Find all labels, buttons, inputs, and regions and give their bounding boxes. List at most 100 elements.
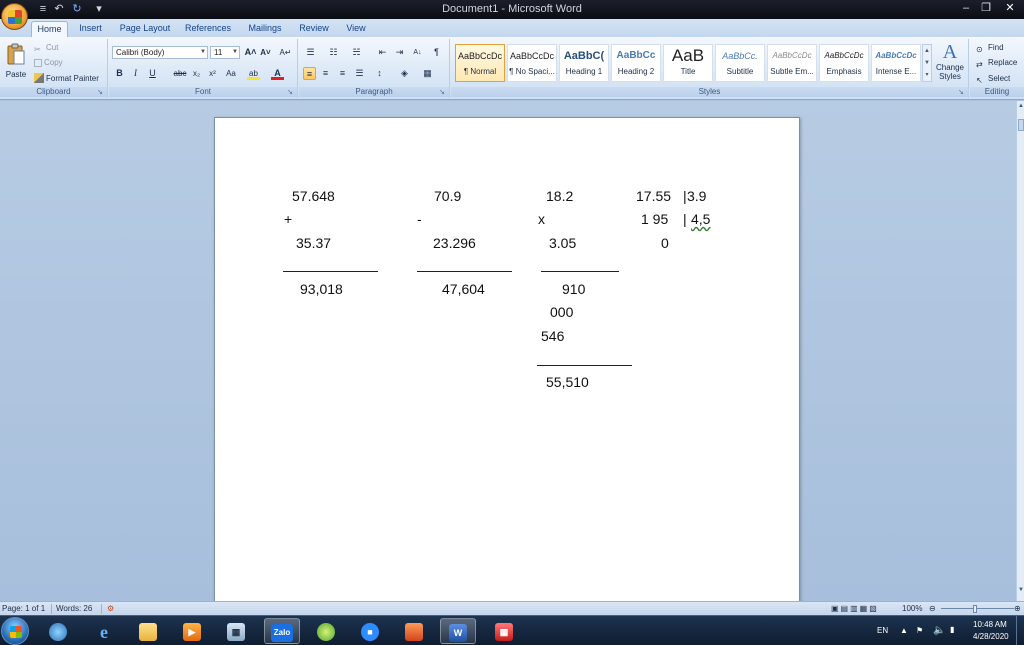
cut-button[interactable]: ✂ Cut xyxy=(34,42,58,54)
styles-launcher-icon[interactable]: ↘ xyxy=(958,89,966,97)
zoom-slider[interactable] xyxy=(941,608,1014,609)
vertical-scrollbar[interactable]: ▲ ▼ xyxy=(1016,101,1024,601)
justify-button[interactable]: ☰ xyxy=(353,67,366,80)
clock-time[interactable]: 10:48 AM xyxy=(973,620,1007,629)
grow-font-button[interactable]: A˄ xyxy=(244,46,257,59)
page-count[interactable]: Page: 1 of 1 xyxy=(2,604,45,613)
change-styles-button[interactable]: A Change Styles xyxy=(933,41,967,86)
align-right-button[interactable]: ≡ xyxy=(336,67,349,80)
taskbar-calculator[interactable]: ▦ xyxy=(218,618,254,644)
taskbar-file-explorer[interactable] xyxy=(130,618,166,644)
style-name: ¶ Normal xyxy=(463,67,497,76)
zoom-slider-thumb[interactable] xyxy=(973,605,977,613)
taskbar-zalo[interactable]: Zalo xyxy=(264,618,300,644)
system-tray: EN ▲ ⚑ 🔈 ▮ 10:48 AM 4/28/2020 xyxy=(870,616,1024,645)
italic-button[interactable]: I xyxy=(129,67,142,80)
borders-button[interactable]: ▦ xyxy=(421,67,434,80)
show-desktop-button[interactable] xyxy=(1016,616,1024,645)
word-count[interactable]: Words: 26 xyxy=(56,604,92,613)
highlight-button[interactable]: ab xyxy=(247,67,260,80)
start-button[interactable] xyxy=(1,617,29,645)
sort-button[interactable]: A↓ xyxy=(411,46,424,59)
find-button[interactable]: ⊙ Find xyxy=(976,42,1004,54)
align-center-button[interactable]: ≡ xyxy=(319,67,332,80)
bullets-button[interactable]: ☰ xyxy=(304,46,317,59)
clipboard-launcher-icon[interactable]: ↘ xyxy=(97,89,105,97)
minimize-button[interactable]: – xyxy=(956,0,976,16)
style-subtle-emphasis[interactable]: AaBbCcDc Subtle Em... xyxy=(767,44,817,82)
style-title[interactable]: AaB Title xyxy=(663,44,713,82)
tab-references[interactable]: References xyxy=(182,21,234,37)
font-color-button[interactable]: A xyxy=(271,67,284,80)
style-intense-emphasis[interactable]: AaBbCcDc Intense E... xyxy=(871,44,921,82)
align-left-button[interactable]: ≡ xyxy=(303,67,316,80)
multilevel-list-icon: ☵ xyxy=(352,47,361,57)
format-painter-label: Format Painter xyxy=(46,74,99,83)
style-heading-2[interactable]: AaBbCc Heading 2 xyxy=(611,44,661,82)
multilevel-list-button[interactable]: ☵ xyxy=(350,46,363,59)
zoom-out-icon[interactable]: ⊖ xyxy=(929,604,936,613)
show-hidden-icons-icon[interactable]: ▲ xyxy=(900,626,908,635)
network-flag-icon[interactable]: ⚑ xyxy=(916,626,923,635)
taskbar-word[interactable]: W xyxy=(440,618,476,644)
close-button[interactable]: ✕ xyxy=(998,0,1022,16)
taskbar-internet-explorer[interactable]: e xyxy=(86,618,122,644)
clock-date[interactable]: 4/28/2020 xyxy=(973,632,1009,641)
font-launcher-icon[interactable]: ↘ xyxy=(287,89,295,97)
tab-page-layout[interactable]: Page Layout xyxy=(116,21,174,37)
taskbar-media-player[interactable]: ▶ xyxy=(174,618,210,644)
scroll-down-icon[interactable]: ▼ xyxy=(1017,587,1024,593)
format-painter-button[interactable]: Format Painter xyxy=(34,73,99,85)
shading-button[interactable]: ◈ xyxy=(398,67,411,80)
scroll-thumb[interactable] xyxy=(1018,119,1024,131)
taskbar-app-green[interactable] xyxy=(308,618,344,644)
select-button[interactable]: ↖ Select xyxy=(976,73,1010,85)
style-emphasis[interactable]: AaBbCcDc Emphasis xyxy=(819,44,869,82)
change-case-button[interactable]: Aa xyxy=(223,67,239,80)
show-hide-button[interactable]: ¶ xyxy=(430,46,443,59)
taskbar-powerpoint[interactable] xyxy=(396,618,432,644)
taskbar-browser-1[interactable] xyxy=(40,618,76,644)
taskbar-zoom[interactable]: ■ xyxy=(352,618,388,644)
increase-indent-button[interactable]: ⇥ xyxy=(393,46,406,59)
numbering-button[interactable]: ☷ xyxy=(327,46,340,59)
line-spacing-button[interactable]: ↕ xyxy=(373,67,386,80)
volume-icon[interactable]: 🔈 xyxy=(933,625,945,636)
office-button[interactable] xyxy=(1,3,28,30)
style-no-spacing[interactable]: AaBbCcDc ¶ No Spaci... xyxy=(507,44,557,82)
replace-button[interactable]: ⇄ Replace xyxy=(976,57,1017,69)
copy-button[interactable]: Copy xyxy=(34,57,63,69)
style-subtitle[interactable]: AaBbCc. Subtitle xyxy=(715,44,765,82)
document-page[interactable]: 57.648 + 35.37 93,018 70.9 - 23.296 47,6… xyxy=(214,117,800,601)
font-name-combo[interactable]: Calibri (Body) ▼ xyxy=(112,46,208,59)
restore-button[interactable]: ❐ xyxy=(976,0,996,16)
paste-button[interactable]: Paste xyxy=(3,41,29,86)
zoom-level[interactable]: 100% xyxy=(902,604,922,613)
font-size-combo[interactable]: 11 ▼ xyxy=(210,46,240,59)
underline-button[interactable]: U xyxy=(146,67,159,80)
decrease-indent-button[interactable]: ⇤ xyxy=(376,46,389,59)
style-normal[interactable]: AaBbCcDc ¶ Normal xyxy=(455,44,505,82)
bold-button[interactable]: B xyxy=(113,67,126,80)
tab-review[interactable]: Review xyxy=(296,21,332,37)
clear-formatting-button[interactable]: A↵ xyxy=(279,46,292,59)
tab-insert[interactable]: Insert xyxy=(72,21,109,37)
tab-home[interactable]: Home xyxy=(31,21,68,37)
taskbar-app-red[interactable]: ▦ xyxy=(486,618,522,644)
scroll-up-icon[interactable]: ▲ xyxy=(1017,103,1024,109)
zoom-in-icon[interactable]: ⊕ xyxy=(1014,604,1021,613)
paragraph-launcher-icon[interactable]: ↘ xyxy=(439,89,447,97)
tab-view[interactable]: View xyxy=(341,21,371,37)
strikethrough-button[interactable]: abc xyxy=(171,67,189,80)
proofing-icon[interactable]: ⚙ xyxy=(107,604,114,613)
styles-gallery-scroll[interactable]: ▲ ▼ ▾ xyxy=(922,44,932,82)
word-icon: W xyxy=(449,623,467,642)
superscript-button[interactable]: x² xyxy=(206,67,219,80)
battery-icon[interactable]: ▮ xyxy=(950,625,954,634)
shrink-font-button[interactable]: A˅ xyxy=(259,46,272,59)
tab-mailings[interactable]: Mailings xyxy=(243,21,287,37)
view-buttons[interactable]: ▣▤▥▦▧ xyxy=(831,604,879,613)
style-heading-1[interactable]: AaBbC( Heading 1 xyxy=(559,44,609,82)
subscript-button[interactable]: x₂ xyxy=(190,67,203,80)
language-indicator[interactable]: EN xyxy=(877,626,888,635)
